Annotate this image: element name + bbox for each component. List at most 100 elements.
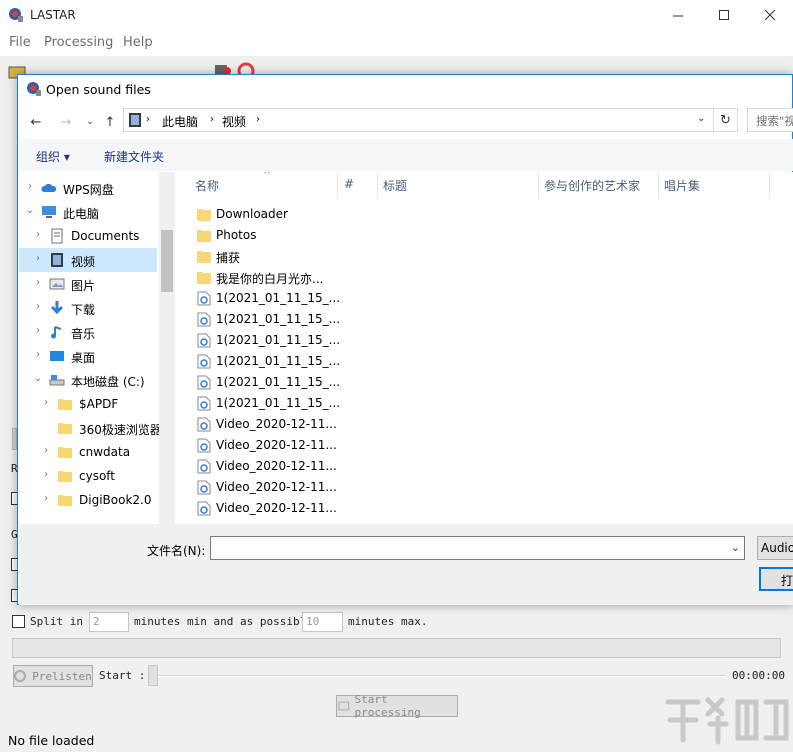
tree-item[interactable]: › 下载 [19, 296, 157, 320]
forward-button[interactable]: → [56, 112, 76, 132]
start-processing-button[interactable]: Start processing [336, 693, 458, 719]
back-button[interactable]: ← [26, 112, 46, 132]
tree-item[interactable]: › cnwdata [19, 440, 157, 464]
folder-icon [197, 207, 211, 222]
column-title[interactable]: 标题 [383, 177, 407, 194]
tree-scrollbar-thumb[interactable] [161, 230, 173, 292]
address-dropdown-icon[interactable]: ⌄ [697, 113, 705, 124]
file-row[interactable]: 1(2021_01_11_15_... [197, 288, 340, 309]
chevron-right-icon[interactable]: › [33, 253, 43, 264]
search-input[interactable]: 搜索"视 [747, 108, 793, 132]
open-sound-files-dialog: Open sound files ← → ⌄ ↑ › 此电脑 › 视频 › ⌄ … [17, 74, 793, 605]
file-row[interactable]: 1(2021_01_11_15_... [197, 330, 340, 351]
file-row[interactable]: Video_2020-12-11... [197, 498, 337, 519]
breadcrumb-videos[interactable]: 视频 [222, 113, 246, 130]
column-number[interactable]: # [344, 177, 354, 191]
chevron-right-icon[interactable]: › [33, 229, 43, 240]
chevron-right-icon[interactable]: › [41, 397, 51, 408]
recent-locations-button[interactable]: ⌄ [80, 112, 100, 132]
menu-help[interactable]: Help [123, 35, 153, 50]
tree-item-label: 图片 [71, 279, 96, 293]
arrow-left-icon: ← [30, 114, 42, 130]
tree-item[interactable]: › 音乐 [19, 320, 157, 344]
chevron-down-icon[interactable]: ⌄ [731, 541, 740, 554]
split-max-input[interactable]: 10 [302, 612, 343, 632]
position-slider-thumb[interactable] [148, 665, 158, 686]
file-type-filter[interactable]: Audio [757, 536, 793, 560]
breadcrumb-this-pc[interactable]: 此电脑 [162, 113, 198, 130]
chevron-right-icon[interactable]: › [25, 181, 35, 192]
open-button[interactable]: 打开 [759, 567, 793, 591]
tree-item-label: 视频 [71, 255, 96, 269]
address-bar[interactable]: › 此电脑 › 视频 › ⌄ [123, 108, 714, 132]
lastar-app-icon [9, 8, 23, 22]
tree-item[interactable]: ⌄ 本地磁盘 (C:) [19, 368, 157, 392]
file-name: 1(2021_01_11_15_... [216, 375, 341, 389]
new-folder-button[interactable]: 新建文件夹 [104, 148, 164, 165]
chevron-right-icon[interactable]: › [33, 277, 43, 288]
maximize-button[interactable] [701, 0, 747, 30]
tree-item-label: WPS网盘 [63, 183, 114, 197]
organize-button[interactable]: 组织 ▾ [36, 148, 70, 165]
folder-row[interactable]: 捕获 [197, 246, 337, 267]
breadcrumb-separator-icon: › [210, 114, 214, 125]
chevron-right-icon[interactable]: › [41, 493, 51, 504]
tree-item-label: 此电脑 [63, 207, 100, 221]
split-checkbox[interactable] [12, 615, 25, 628]
tree-item[interactable]: › 桌面 [19, 344, 157, 368]
filename-input[interactable]: ⌄ [210, 536, 745, 560]
split-min-input[interactable]: 2 [89, 612, 129, 632]
folder-row[interactable]: Photos [197, 225, 337, 246]
chevron-down-icon[interactable]: ⌄ [33, 373, 43, 384]
tree-item[interactable]: › 视频 [19, 248, 157, 272]
folder-icon [57, 396, 73, 412]
tree-scrollbar[interactable] [159, 172, 175, 524]
position-slider-track[interactable] [150, 675, 726, 677]
file-row[interactable]: 1(2021_01_11_15_... [197, 372, 341, 393]
tree-item[interactable]: ⌄ 此电脑 [19, 200, 157, 224]
tree-item[interactable]: › WPS网盘 [19, 176, 157, 200]
chevron-right-icon[interactable]: › [41, 469, 51, 480]
tree-item[interactable]: › DigiBook2.0 [19, 488, 157, 512]
breadcrumb-separator-icon: › [146, 114, 150, 125]
menu-processing[interactable]: Processing [44, 35, 113, 50]
file-row[interactable]: 1(2021_01_11_15_... [197, 351, 340, 372]
file-row[interactable]: Video_2020-12-11... [197, 456, 337, 477]
file-row[interactable]: 1(2021_01_11_15_... [197, 393, 340, 414]
status-text: No file loaded [8, 733, 95, 748]
tree-item[interactable]: › cysoft [19, 464, 157, 488]
column-name[interactable]: 名称 [195, 177, 219, 194]
folder-row[interactable]: 我是你的白月光亦... [197, 267, 337, 288]
file-row[interactable]: Video_2020-12-11... [197, 414, 337, 435]
tree-item-label: cysoft [79, 469, 116, 483]
tree-item[interactable]: 360极速浏览器 [19, 416, 162, 440]
column-album[interactable]: 唱片集 [664, 177, 700, 194]
dialog-title: Open sound files [46, 82, 151, 97]
chevron-right-icon[interactable]: › [41, 445, 51, 456]
chevron-right-icon[interactable]: › [33, 301, 43, 312]
refresh-button[interactable]: ↻ [714, 108, 738, 132]
chevron-right-icon[interactable]: › [33, 349, 43, 360]
chevron-right-icon[interactable]: › [33, 325, 43, 336]
up-button[interactable]: ↑ [100, 112, 120, 132]
tree-item[interactable]: › $APDF [19, 392, 157, 416]
tree-item[interactable]: › Documents [19, 224, 157, 248]
folder-row[interactable]: Downloader [197, 204, 337, 225]
chevron-down-icon[interactable]: ⌄ [25, 205, 35, 216]
file-row[interactable]: Video_2020-12-11... [197, 477, 337, 498]
file-name: Video_2020-12-11... [216, 417, 337, 431]
file-name: 捕获 [216, 251, 241, 265]
folder-icon [57, 468, 73, 484]
minimize-button[interactable] [655, 0, 701, 30]
file-row[interactable]: 1(2021_01_11_15_... [197, 309, 340, 330]
tree-item[interactable]: › 图片 [19, 272, 157, 296]
chevron-down-icon: ⌄ [86, 117, 94, 127]
file-row[interactable]: Video_2020-12-11... [197, 435, 337, 456]
close-button[interactable] [747, 0, 793, 30]
column-artist[interactable]: 参与创作的艺术家 [544, 177, 640, 194]
menu-file[interactable]: File [9, 35, 31, 50]
app-title: LASTAR [30, 8, 76, 22]
dialog-bottom-panel: 文件名(N): ⌄ Audio 打开 [19, 524, 793, 605]
prelisten-button[interactable]: Prelisten [13, 665, 93, 687]
speaker-icon [14, 670, 27, 682]
